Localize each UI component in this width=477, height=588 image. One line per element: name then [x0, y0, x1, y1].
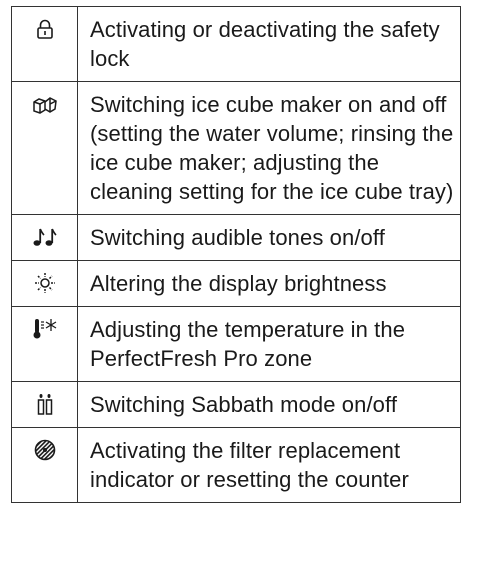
sun-brightness-icon [34, 272, 56, 294]
table-row: Altering the display brightness [11, 260, 461, 307]
description-cell: Switching Sabbath mode on/off [77, 381, 461, 428]
candles-icon [34, 393, 56, 415]
symbol-cell [11, 260, 78, 307]
symbol-cell [11, 81, 78, 215]
table-row: Activating the filter replacement indica… [11, 427, 461, 503]
table-row: Switching audible tones on/off [11, 214, 461, 261]
table-row: Activating or deactivating the safety lo… [11, 6, 461, 82]
symbol-cell [11, 306, 78, 382]
thermometer-snowflake-icon [32, 318, 58, 340]
symbol-cell [11, 381, 78, 428]
settings-symbol-table: Activating or deactivating the safety lo… [11, 6, 461, 503]
symbol-cell [11, 214, 78, 261]
description-cell: Activating or deactivating the safety lo… [77, 6, 461, 82]
filter-icon [34, 439, 56, 461]
padlock-icon [34, 18, 56, 40]
table-row: Adjusting the temperature in the Perfect… [11, 306, 461, 382]
description-cell: Adjusting the temperature in the Perfect… [77, 306, 461, 382]
ice-cubes-icon [32, 93, 58, 115]
description-cell: Switching audible tones on/off [77, 214, 461, 261]
table-row: Switching ice cube maker on and off (set… [11, 81, 461, 215]
music-notes-icon [32, 226, 58, 248]
table-row: Switching Sabbath mode on/off [11, 381, 461, 428]
symbol-cell [11, 6, 78, 82]
description-cell: Switching ice cube maker on and off (set… [77, 81, 461, 215]
description-cell: Activating the filter replacement indica… [77, 427, 461, 503]
symbol-cell [11, 427, 78, 503]
description-cell: Altering the display brightness [77, 260, 461, 307]
